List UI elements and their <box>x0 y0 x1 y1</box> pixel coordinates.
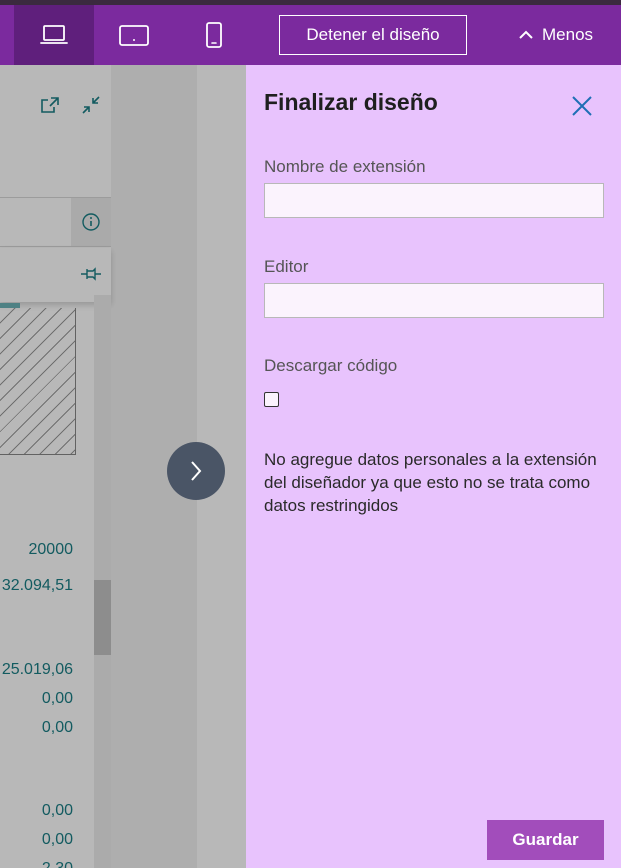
value-cell: 20000 <box>28 541 74 558</box>
chevron-up-icon <box>519 30 533 39</box>
save-button[interactable]: Guardar <box>487 820 604 860</box>
personal-data-note: No agregue datos personales a la extensi… <box>264 450 597 515</box>
panel-title: Finalizar diseño <box>264 89 438 115</box>
close-panel-button[interactable] <box>568 92 596 120</box>
value-cell: 0,00 <box>41 802 73 819</box>
value-cell: 32.094,51 <box>1 577 73 594</box>
value-cell: 2,30 <box>42 860 73 868</box>
designer-toolbar: Detener el diseño Menos <box>0 5 621 65</box>
phone-icon <box>206 22 222 48</box>
value-cell: 0,00 <box>41 690 73 707</box>
less-button[interactable]: Menos <box>518 15 593 55</box>
open-in-new-window-icon[interactable] <box>40 96 60 114</box>
stop-design-button[interactable]: Detener el diseño <box>279 15 467 55</box>
hatched-chart-area <box>0 308 76 455</box>
value-cell: 25.019,06 <box>1 661 73 678</box>
phone-preview-button[interactable] <box>174 5 254 65</box>
value-cell: 0,00 <box>41 719 73 736</box>
scrollbar-thumb[interactable] <box>94 580 111 655</box>
info-button[interactable] <box>71 198 111 246</box>
info-icon <box>82 213 100 231</box>
expand-page-button[interactable] <box>167 442 225 500</box>
chevron-right-icon <box>191 461 202 481</box>
download-code-checkbox[interactable] <box>264 392 279 407</box>
desktop-preview-button[interactable] <box>14 5 94 65</box>
less-label: Menos <box>542 25 594 44</box>
download-code-label: Descargar código <box>264 356 398 375</box>
pin-icon[interactable] <box>80 266 102 282</box>
publisher-label: Editor <box>264 257 309 276</box>
value-cell: 0,00 <box>41 831 73 848</box>
extension-name-label: Nombre de extensión <box>264 157 426 176</box>
finish-design-panel: Finalizar diseño Nombre de extensión Edi… <box>246 65 621 868</box>
extension-name-input[interactable] <box>264 183 604 218</box>
collapse-icon[interactable] <box>81 95 101 115</box>
pin-row <box>0 248 111 302</box>
publisher-input[interactable] <box>264 283 604 318</box>
close-icon <box>572 96 592 116</box>
laptop-icon <box>40 25 68 44</box>
tablet-icon <box>119 25 149 46</box>
tablet-preview-button[interactable] <box>94 5 174 65</box>
